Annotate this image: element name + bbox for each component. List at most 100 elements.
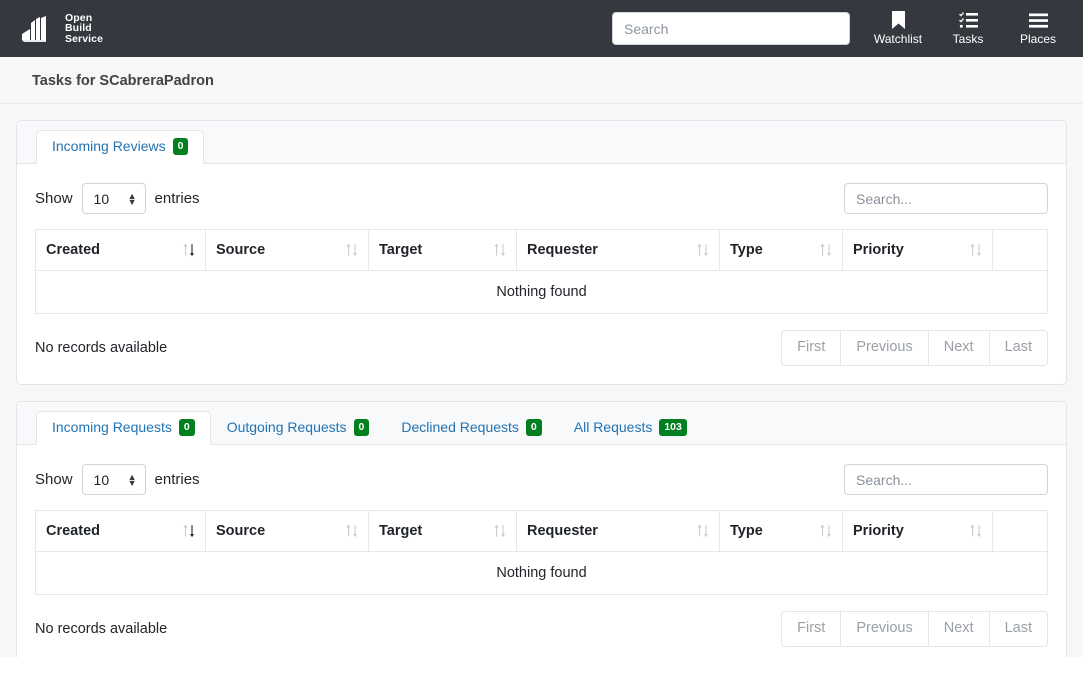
tab-incoming-reviews-label: Incoming Reviews xyxy=(52,138,166,155)
reviews-col-actions xyxy=(993,230,1048,271)
reviews-col-type[interactable]: Type xyxy=(720,230,843,271)
requests-table-head: Created Source xyxy=(36,511,1048,552)
bookmark-icon xyxy=(891,11,906,30)
requests-controls: Show 10 ▲▼ entries xyxy=(35,464,1048,495)
nav-item-watchlist[interactable]: Watchlist xyxy=(863,0,933,57)
tab-all-requests-badge: 103 xyxy=(659,419,687,437)
requests-col-requester[interactable]: Requester xyxy=(517,511,720,552)
requests-page-next[interactable]: Next xyxy=(928,611,989,647)
requests-table: Created Source xyxy=(35,510,1048,595)
tab-outgoing-requests-label: Outgoing Requests xyxy=(227,419,347,436)
obs-brand-text: Open Build Service xyxy=(65,13,103,45)
reviews-page-first[interactable]: First xyxy=(781,330,840,366)
requests-entries-label: entries xyxy=(155,471,200,488)
requests-tab-list: Incoming Requests 0 Outgoing Requests 0 … xyxy=(17,402,1066,445)
tab-outgoing-requests[interactable]: Outgoing Requests 0 xyxy=(211,411,386,446)
sort-none-icon xyxy=(696,524,710,539)
reviews-col-requester[interactable]: Requester xyxy=(517,230,720,271)
sort-none-icon xyxy=(345,524,359,539)
reviews-empty-message: Nothing found xyxy=(36,271,1048,314)
navbar-actions: Watchlist Tasks xyxy=(863,0,1073,57)
reviews-page-next[interactable]: Next xyxy=(928,330,989,366)
requests-page-last[interactable]: Last xyxy=(989,611,1048,647)
sort-none-icon xyxy=(819,524,833,539)
requests-page-first[interactable]: First xyxy=(781,611,840,647)
reviews-length-select-wrapper: 10 ▲▼ xyxy=(82,183,146,214)
tab-outgoing-requests-badge: 0 xyxy=(354,419,370,437)
tab-declined-requests[interactable]: Declined Requests 0 xyxy=(385,411,557,446)
incoming-reviews-card: Incoming Reviews 0 Show 10 ▲▼ entrie xyxy=(16,120,1067,385)
reviews-table-body: Nothing found xyxy=(36,271,1048,314)
obs-factory-logo-icon xyxy=(22,15,56,43)
nav-item-watchlist-label: Watchlist xyxy=(874,33,922,46)
sort-desc-icon xyxy=(182,524,196,539)
tab-incoming-reviews-badge: 0 xyxy=(173,138,189,156)
requests-footer: No records available First Previous Next… xyxy=(35,595,1048,653)
sort-none-icon xyxy=(493,524,507,539)
hamburger-menu-icon xyxy=(1029,11,1048,30)
requests-header-row: Created Source xyxy=(36,511,1048,552)
reviews-col-priority[interactable]: Priority xyxy=(843,230,993,271)
reviews-length-group: Show 10 ▲▼ entries xyxy=(35,183,200,214)
requests-length-select-wrapper: 10 ▲▼ xyxy=(82,464,146,495)
requests-empty-message: Nothing found xyxy=(36,552,1048,595)
reviews-col-created[interactable]: Created xyxy=(36,230,206,271)
tasks-checklist-icon xyxy=(959,11,978,30)
requests-filter-input[interactable] xyxy=(844,464,1048,495)
requests-empty-row: Nothing found xyxy=(36,552,1048,595)
obs-brand-link[interactable]: Open Build Service xyxy=(22,13,103,45)
requests-col-source[interactable]: Source xyxy=(206,511,369,552)
nav-item-places[interactable]: Places xyxy=(1003,0,1073,57)
reviews-col-created-label: Created xyxy=(46,242,100,258)
requests-col-target[interactable]: Target xyxy=(369,511,517,552)
requests-table-body: Nothing found xyxy=(36,552,1048,595)
requests-length-group: Show 10 ▲▼ entries xyxy=(35,464,200,495)
tab-incoming-reviews[interactable]: Incoming Reviews 0 xyxy=(36,130,204,165)
sort-none-icon xyxy=(819,243,833,258)
requests-col-type[interactable]: Type xyxy=(720,511,843,552)
reviews-entries-label: entries xyxy=(155,190,200,207)
requests-pagination: First Previous Next Last xyxy=(781,611,1048,647)
reviews-table: Created Source xyxy=(35,229,1048,314)
sort-none-icon xyxy=(345,243,359,258)
nav-item-tasks[interactable]: Tasks xyxy=(933,0,1003,57)
tab-incoming-requests[interactable]: Incoming Requests 0 xyxy=(36,411,211,446)
reviews-header-row: Created Source xyxy=(36,230,1048,271)
reviews-col-source[interactable]: Source xyxy=(206,230,369,271)
reviews-pagination: First Previous Next Last xyxy=(781,330,1048,366)
reviews-show-label: Show xyxy=(35,190,73,207)
nav-item-places-label: Places xyxy=(1020,33,1056,46)
sort-none-icon xyxy=(969,524,983,539)
reviews-empty-row: Nothing found xyxy=(36,271,1048,314)
requests-col-requester-label: Requester xyxy=(527,523,598,539)
reviews-page-last[interactable]: Last xyxy=(989,330,1048,366)
reviews-col-target-label: Target xyxy=(379,242,422,258)
sort-none-icon xyxy=(969,243,983,258)
reviews-col-target[interactable]: Target xyxy=(369,230,517,271)
reviews-page-previous[interactable]: Previous xyxy=(840,330,927,366)
tab-declined-requests-badge: 0 xyxy=(526,419,542,437)
requests-col-priority[interactable]: Priority xyxy=(843,511,993,552)
reviews-page-length-select[interactable]: 10 xyxy=(82,183,146,214)
reviews-tab-list: Incoming Reviews 0 xyxy=(17,121,1066,164)
requests-col-created[interactable]: Created xyxy=(36,511,206,552)
reviews-col-priority-label: Priority xyxy=(853,242,904,258)
page-container: Tasks for SCabreraPadron Incoming Review… xyxy=(0,57,1083,683)
global-search-input[interactable] xyxy=(612,12,850,45)
tab-incoming-requests-badge: 0 xyxy=(179,419,195,437)
requests-page-previous[interactable]: Previous xyxy=(840,611,927,647)
sort-none-icon xyxy=(696,243,710,258)
reviews-col-source-label: Source xyxy=(216,242,265,258)
requests-page-length-select[interactable]: 10 xyxy=(82,464,146,495)
reviews-filter-input[interactable] xyxy=(844,183,1048,214)
requests-info-text: No records available xyxy=(35,621,167,637)
requests-show-label: Show xyxy=(35,471,73,488)
requests-col-type-label: Type xyxy=(730,523,763,539)
reviews-col-type-label: Type xyxy=(730,242,763,258)
requests-col-priority-label: Priority xyxy=(853,523,904,539)
reviews-footer: No records available First Previous Next… xyxy=(35,314,1048,372)
page-title: Tasks for SCabreraPadron xyxy=(0,57,1083,104)
tab-all-requests[interactable]: All Requests 103 xyxy=(558,411,703,446)
requests-col-created-label: Created xyxy=(46,523,100,539)
reviews-table-head: Created Source xyxy=(36,230,1048,271)
